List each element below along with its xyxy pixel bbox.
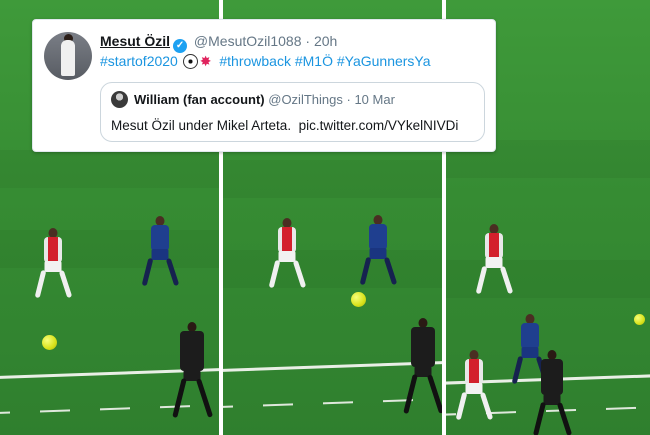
tweet-header: Mesut Özil ✓ @MesutOzil1088 · 20h bbox=[100, 32, 337, 53]
quoted-tweet-header: William (fan account) @OzilThings · 10 M… bbox=[134, 91, 395, 108]
coach-figure bbox=[532, 350, 573, 435]
hashtag-link[interactable]: #YaGunnersYa bbox=[337, 53, 431, 69]
separator-dot: · bbox=[305, 33, 311, 49]
chelsea-player bbox=[140, 216, 180, 291]
quoted-tweet-date: 10 Mar bbox=[354, 92, 395, 107]
pitch-stripe bbox=[223, 160, 442, 198]
arsenal-player bbox=[33, 228, 73, 303]
author-avatar[interactable] bbox=[44, 32, 92, 80]
hashtag-link[interactable]: #startof2020 bbox=[100, 53, 178, 69]
coach-figure bbox=[403, 318, 442, 418]
chelsea-player bbox=[358, 215, 398, 290]
quoted-author-name: William (fan account) bbox=[134, 92, 265, 107]
soccer-ball-emoji-icon bbox=[182, 54, 198, 69]
author-handle[interactable]: @MesutOzil1088 bbox=[194, 33, 302, 49]
collision-emoji-icon: ✸ bbox=[199, 53, 212, 69]
quoted-author-handle: @OzilThings bbox=[268, 92, 343, 107]
verified-badge-icon: ✓ bbox=[173, 39, 188, 53]
tweet-timestamp[interactable]: 20h bbox=[314, 33, 337, 49]
coach-figure bbox=[172, 322, 214, 422]
quoted-author-avatar bbox=[111, 91, 128, 108]
football bbox=[42, 335, 57, 350]
quoted-text: Mesut Özil under Mikel Arteta. bbox=[111, 118, 292, 133]
media-link[interactable]: pic.twitter.com/VYkelNIVDi bbox=[299, 118, 459, 133]
quoted-tweet[interactable]: William (fan account) @OzilThings · 10 M… bbox=[100, 82, 485, 142]
tweet-card[interactable]: Mesut Özil ✓ @MesutOzil1088 · 20h #starto… bbox=[32, 19, 496, 152]
tweet-text: #startof2020 ✸ #throwback #M1Ö #YaGunner… bbox=[100, 52, 431, 70]
hashtag-link[interactable]: #throwback bbox=[219, 53, 291, 69]
hashtag-link[interactable]: #M1Ö bbox=[295, 53, 333, 69]
quoted-tweet-text: Mesut Özil under Mikel Arteta. pic.twitt… bbox=[111, 117, 458, 134]
football bbox=[634, 314, 645, 325]
arsenal-player bbox=[474, 224, 514, 299]
arsenal-player bbox=[267, 218, 307, 293]
arsenal-player bbox=[454, 350, 494, 425]
pitch-stripe bbox=[0, 150, 219, 188]
football bbox=[351, 292, 366, 307]
pitch-stripe bbox=[223, 250, 442, 288]
author-name[interactable]: Mesut Özil bbox=[100, 33, 170, 49]
separator-dot: · bbox=[346, 92, 351, 107]
